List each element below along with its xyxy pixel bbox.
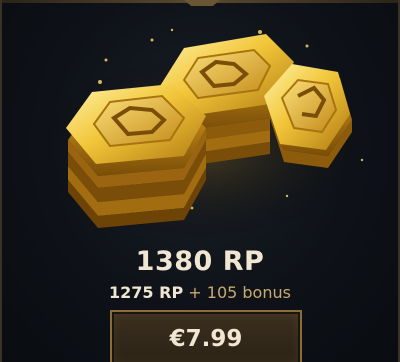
rp-bundle-card[interactable]: 1380 RP 1275 RP + 105 bonus €7.99 xyxy=(0,0,400,362)
rp-total-amount: 1380 RP xyxy=(135,246,265,277)
rp-breakdown: 1275 RP + 105 bonus xyxy=(2,283,398,302)
buy-price-button[interactable]: €7.99 xyxy=(110,310,302,362)
riot-points-coins-icon xyxy=(32,28,372,235)
rp-bonus-amount: + 105 bonus xyxy=(188,283,291,302)
rp-base-amount: 1275 RP xyxy=(109,283,184,302)
